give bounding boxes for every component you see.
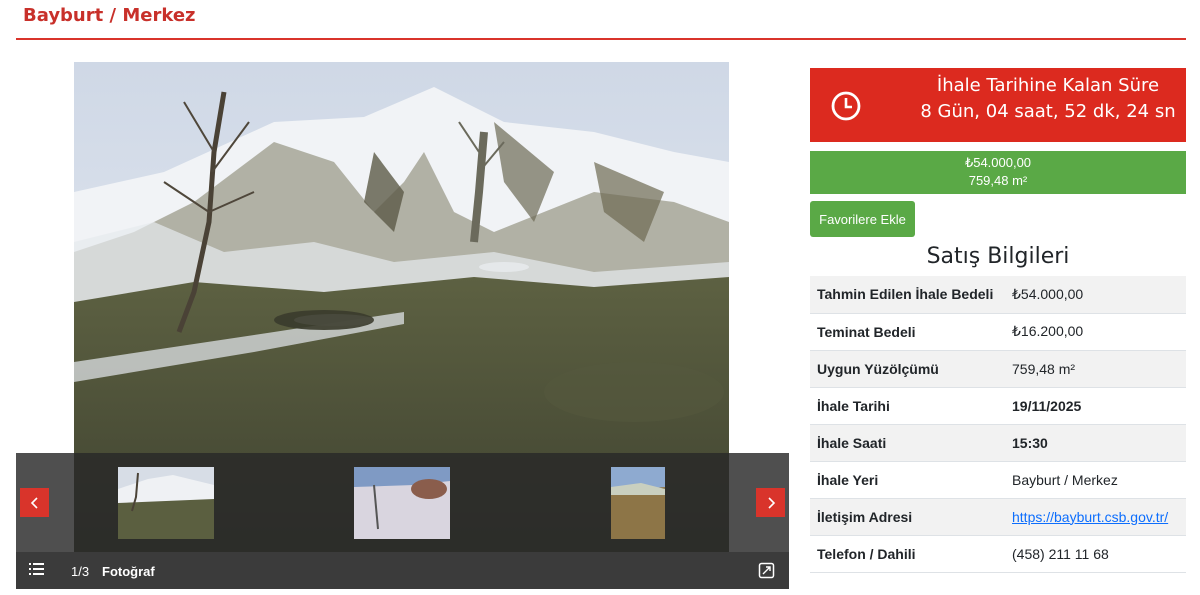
price-area: 759,48 m² <box>968 173 1028 188</box>
sales-info-table: Tahmin Edilen İhale Bedeli ₺54.000,00 Te… <box>810 276 1186 573</box>
chevron-right-icon <box>767 496 775 509</box>
table-row: İhale Saati 15:30 <box>810 424 1186 462</box>
row-label: Teminat Bedeli <box>810 313 1004 351</box>
price-summary: ₺54.000,00 759,48 m² <box>810 151 1186 194</box>
clock-icon <box>830 90 862 127</box>
list-icon[interactable] <box>28 561 46 582</box>
row-value: https://bayburt.csb.gov.tr/ <box>1004 498 1186 536</box>
thumbnail-3[interactable] <box>611 467 665 539</box>
thumbnail-2[interactable] <box>354 467 450 539</box>
price-amount: ₺54.000,00 <box>964 155 1032 170</box>
countdown-banner: İhale Tarihine Kalan Süre 8 Gün, 04 saat… <box>810 68 1186 142</box>
row-value: 15:30 <box>1004 424 1186 462</box>
prev-photo-button[interactable] <box>20 488 49 517</box>
countdown-title: İhale Tarihine Kalan Süre <box>936 75 1160 96</box>
title-divider <box>16 38 1186 40</box>
contact-address-link[interactable]: https://bayburt.csb.gov.tr/ <box>1012 509 1168 525</box>
add-to-favorites-button[interactable]: Favorilere Ekle <box>810 201 915 237</box>
table-row: Teminat Bedeli ₺16.200,00 <box>810 313 1186 351</box>
table-row: Tahmin Edilen İhale Bedeli ₺54.000,00 <box>810 276 1186 314</box>
row-label: Tahmin Edilen İhale Bedeli <box>810 276 1004 314</box>
expand-icon[interactable] <box>758 562 775 584</box>
thumbnail-strip <box>16 453 789 552</box>
row-value: 759,48 m² <box>1004 350 1186 388</box>
row-label: İhale Tarihi <box>810 387 1004 425</box>
sales-info-title: Satış Bilgileri <box>926 244 1070 269</box>
page-title: Bayburt / Merkez <box>23 5 196 26</box>
gallery-label: Fotoğraf <box>102 564 155 579</box>
row-label: İletişim Adresi <box>810 498 1004 536</box>
row-value: 19/11/2025 <box>1004 387 1186 425</box>
table-row: İhale Yeri Bayburt / Merkez <box>810 461 1186 499</box>
row-value: Bayburt / Merkez <box>1004 461 1186 499</box>
row-label: Telefon / Dahili <box>810 535 1004 573</box>
photo-gallery: 1/3 Fotoğraf <box>16 62 789 589</box>
row-value: ₺16.200,00 <box>1004 313 1186 351</box>
gallery-toolbar: 1/3 Fotoğraf <box>16 552 789 589</box>
page: Bayburt / Merkez 1/3 Fotoğraf İhale Tari… <box>0 0 1200 595</box>
countdown-time: 8 Gün, 04 saat, 52 dk, 24 sn <box>920 101 1176 122</box>
row-value: ₺54.000,00 <box>1004 276 1186 314</box>
auction-info-panel: İhale Tarihine Kalan Süre 8 Gün, 04 saat… <box>810 68 1186 573</box>
row-label: Uygun Yüzölçümü <box>810 350 1004 388</box>
row-label: İhale Yeri <box>810 461 1004 499</box>
photo-counter: 1/3 <box>71 564 90 579</box>
table-row: İhale Tarihi 19/11/2025 <box>810 387 1186 425</box>
table-row: Uygun Yüzölçümü 759,48 m² <box>810 350 1186 388</box>
next-photo-button[interactable] <box>756 488 785 517</box>
table-row: İletişim Adresi https://bayburt.csb.gov.… <box>810 498 1186 536</box>
thumbnail-1[interactable] <box>118 467 214 539</box>
row-label: İhale Saati <box>810 424 1004 462</box>
row-value: (458) 211 11 68 <box>1004 535 1186 573</box>
table-row: Telefon / Dahili (458) 211 11 68 <box>810 535 1186 573</box>
chevron-left-icon <box>30 496 38 509</box>
